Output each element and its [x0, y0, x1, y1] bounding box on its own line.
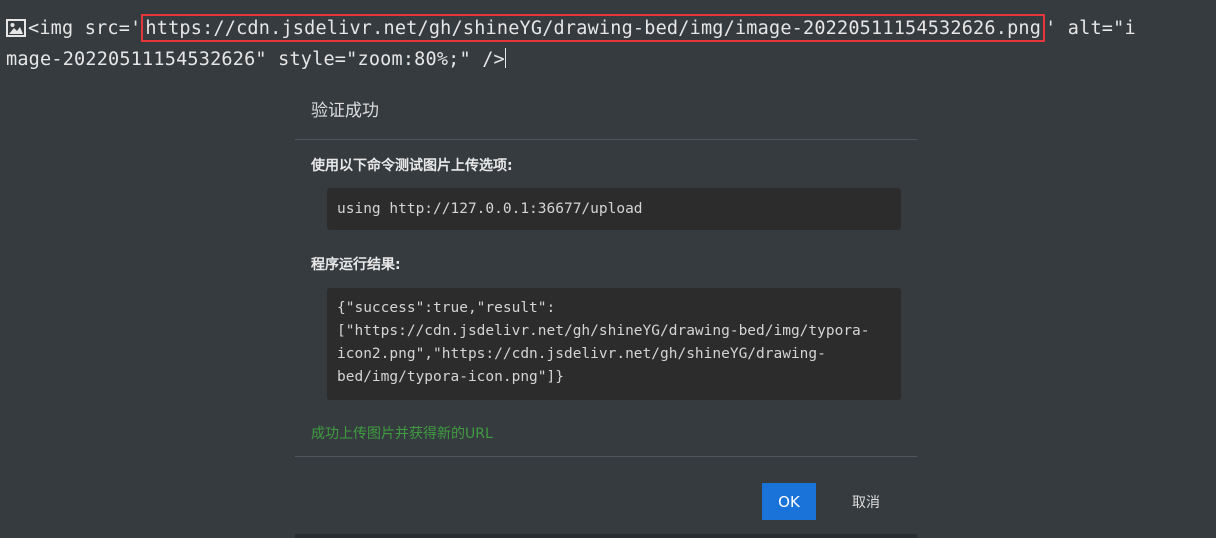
code-suffix: ' alt="i — [1045, 18, 1136, 39]
success-message: 成功上传图片并获得新的URL — [311, 426, 493, 442]
result-line: {"success":true,"result": — [337, 300, 556, 316]
text-cursor — [504, 48, 506, 68]
code-line-2[interactable]: mage-20220511154532626" style="zoom:80%;… — [6, 46, 506, 74]
dialog-bottom-edge — [295, 534, 917, 538]
command-box: using http://127.0.0.1:36677/upload — [327, 188, 901, 230]
command-text: using http://127.0.0.1:36677/upload — [337, 201, 643, 217]
result-label: 程序运行结果: — [311, 257, 401, 273]
image-icon — [6, 18, 26, 37]
ok-button[interactable]: OK — [762, 483, 816, 520]
cancel-button[interactable]: 取消 — [843, 483, 889, 520]
code-prefix: <img src=' — [28, 18, 142, 39]
dialog-title: 验证成功 — [311, 101, 379, 121]
upload-verify-dialog: 验证成功 使用以下命令测试图片上传选项: using http://127.0.… — [295, 82, 917, 538]
highlighted-url: https://cdn.jsdelivr.net/gh/shineYG/draw… — [141, 14, 1046, 42]
code-line-2-text: mage-20220511154532626" style="zoom:80%;… — [6, 49, 505, 70]
code-line-1[interactable]: <img src=' https://cdn.jsdelivr.net/gh/sh… — [6, 14, 1136, 42]
divider — [295, 456, 917, 457]
result-line: icon2.png","https://cdn.jsdelivr.net/gh/… — [337, 346, 826, 362]
divider — [295, 139, 917, 140]
result-box: {"success":true,"result": ["https://cdn.… — [327, 288, 901, 400]
result-line: bed/img/typora-icon.png"]} — [337, 369, 564, 385]
result-line: ["https://cdn.jsdelivr.net/gh/shineYG/dr… — [337, 323, 870, 339]
command-label: 使用以下命令测试图片上传选项: — [311, 158, 513, 174]
